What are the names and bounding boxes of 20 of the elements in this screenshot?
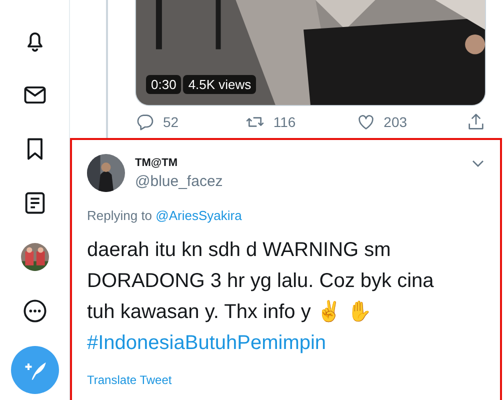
profile-avatar[interactable] bbox=[20, 243, 48, 271]
chevron-icon[interactable] bbox=[472, 160, 484, 168]
heart-icon[interactable] bbox=[356, 112, 376, 132]
display-name[interactable]: TM@TM bbox=[135, 157, 178, 169]
user-avatar[interactable] bbox=[87, 154, 125, 192]
share-icon[interactable] bbox=[466, 112, 486, 132]
video-duration: 0:30 bbox=[146, 75, 182, 94]
translate-link[interactable]: Translate Tweet bbox=[87, 373, 172, 387]
user-handle[interactable]: @blue_facez bbox=[135, 173, 223, 190]
reply-count: 52 bbox=[163, 114, 179, 130]
retweet-count: 116 bbox=[273, 114, 296, 130]
compose-button[interactable] bbox=[10, 346, 58, 394]
more-icon[interactable] bbox=[22, 298, 48, 324]
view-count: 4.5K views bbox=[183, 75, 256, 94]
like-count: 203 bbox=[384, 114, 408, 130]
mention-link[interactable]: @AriesSyakira bbox=[156, 208, 242, 223]
replying-to-text: Replying to @AriesSyakira bbox=[87, 208, 243, 223]
tweet-text: daerah itu kn sdh d WARNING sm DORADONG 3 hr yg lalu. Coz byk cina tuh kawasan y. Thx info y ✌ ✋ bbox=[87, 238, 435, 325]
hashtag-link[interactable]: #IndonesiaButuhPemimpin bbox=[87, 328, 326, 359]
speech-bubble-icon[interactable] bbox=[135, 112, 155, 132]
